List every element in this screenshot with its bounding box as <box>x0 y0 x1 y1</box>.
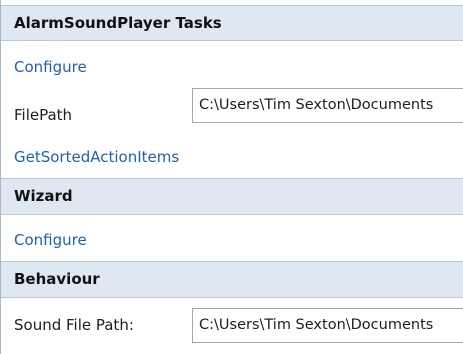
configure-link[interactable]: Configure <box>14 58 87 76</box>
get-sorted-action-items-link[interactable]: GetSortedActionItems <box>14 148 179 166</box>
filepath-label: FilePath <box>14 106 73 124</box>
sound-file-path-label: Sound File Path: <box>14 316 134 334</box>
filepath-input[interactable]: C:\Users\Tim Sexton\Documents <box>192 88 463 123</box>
section-title: Behaviour <box>14 270 100 288</box>
section-header-wizard: Wizard <box>1 178 463 215</box>
sound-file-path-input[interactable]: C:\Users\Tim Sexton\Documents <box>192 308 463 343</box>
section-header-alarm-tasks: AlarmSoundPlayer Tasks <box>1 5 463 41</box>
smart-tag-panel: AlarmSoundPlayer Tasks Configure FilePat… <box>0 0 463 354</box>
section-title: AlarmSoundPlayer Tasks <box>14 14 222 32</box>
section-header-behaviour: Behaviour <box>1 261 463 298</box>
section-title: Wizard <box>14 187 73 205</box>
wizard-configure-link[interactable]: Configure <box>14 231 87 249</box>
